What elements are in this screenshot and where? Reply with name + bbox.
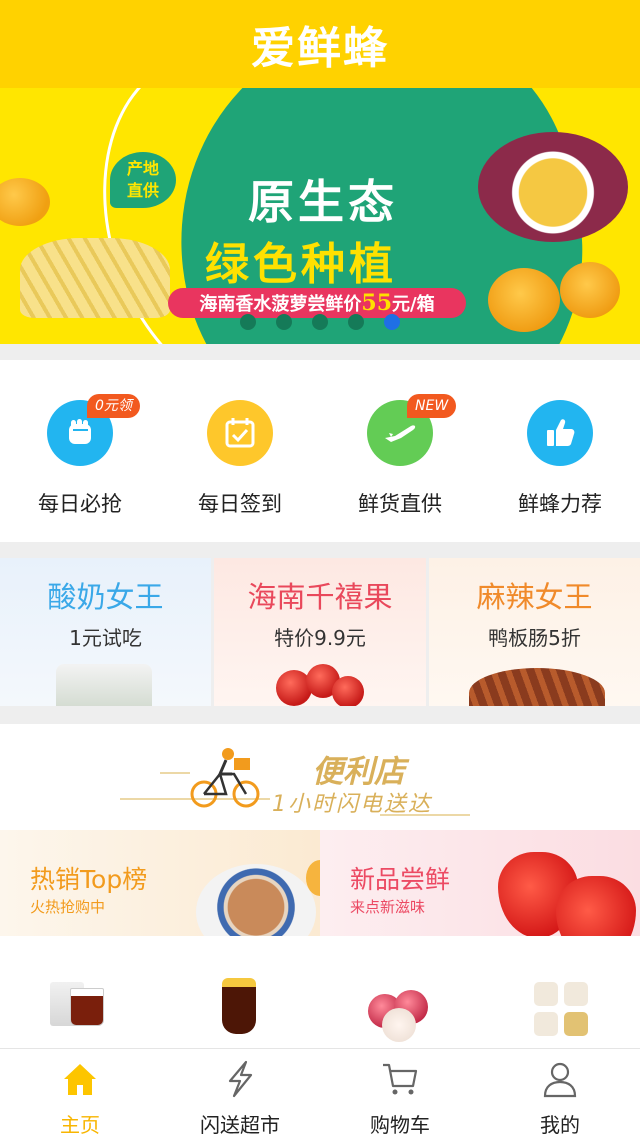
promo-subtitle: 鸭板肠5折	[488, 626, 581, 650]
quick-item-label: 鲜蜂力荐	[518, 492, 602, 516]
thumbs-up-icon	[527, 400, 593, 466]
promo-subtitle: 特价9.9元	[274, 626, 366, 650]
quick-item-label: 每日签到	[198, 492, 282, 516]
quick-item-label: 每日必抢	[38, 492, 122, 516]
hot-title: 热销Top榜	[30, 865, 148, 894]
tab-label: 闪送超市	[200, 1113, 280, 1136]
promo-card-yogurt[interactable]: 酸奶女王 1元试吃	[0, 558, 211, 706]
quick-badge: NEW	[407, 394, 457, 418]
category-fruit[interactable]	[360, 972, 440, 1042]
tea-cup-image	[70, 988, 104, 1026]
user-icon	[543, 1062, 577, 1098]
lychee-image	[382, 1008, 416, 1042]
banner-title-line2: 绿色种植	[205, 239, 397, 290]
loquat-image	[0, 178, 50, 226]
tab-cart[interactable]: 购物车	[320, 1049, 480, 1136]
promo-card-spicy[interactable]: 麻辣女王 鸭板肠5折	[429, 558, 640, 706]
lightning-icon	[228, 1060, 253, 1098]
meat-plate-image	[196, 864, 316, 936]
fist-icon: 0元领	[47, 394, 140, 466]
new-subtitle: 来点新滋味	[350, 898, 426, 916]
promo-title: 海南千禧果	[247, 580, 393, 614]
quick-item-direct-supply[interactable]: NEW 鲜货直供	[320, 394, 480, 518]
promo-banner[interactable]: 产地直供 原生态 绿色种植 海南香水菠萝尝鲜价55元/箱	[0, 88, 640, 344]
quick-item-daily-deal[interactable]: 0元领 每日必抢	[0, 394, 160, 518]
new-title: 新品尝鲜	[350, 865, 451, 894]
quick-item-checkin[interactable]: 每日签到	[160, 400, 320, 518]
tab-label: 购物车	[370, 1113, 430, 1136]
tab-home[interactable]: 主页	[0, 1049, 160, 1136]
app-page: 爱鲜蜂 产地直供 原生态 绿色种植 海南香水菠萝尝鲜价55元/箱 0元领 每日必…	[0, 0, 640, 1136]
home-icon	[64, 1064, 96, 1095]
carousel-dot[interactable]	[348, 314, 364, 330]
carousel-dot-active[interactable]	[384, 314, 400, 330]
promo-subtitle: 1元试吃	[69, 626, 142, 650]
quick-badge: 0元领	[87, 394, 140, 418]
quick-item-recommend[interactable]: 鲜蜂力荐	[480, 400, 640, 518]
promo-card-tomato[interactable]: 海南千禧果 特价9.9元	[214, 558, 426, 706]
carousel-dot[interactable]	[312, 314, 328, 330]
duck-intestine-image	[469, 668, 605, 706]
origin-tag-text: 产地直供	[126, 159, 159, 200]
carousel-dot[interactable]	[240, 314, 256, 330]
hot-subtitle: 火热抢购中	[30, 898, 106, 916]
app-header: 爱鲜蜂	[0, 0, 640, 88]
grid-icon	[534, 982, 588, 1036]
category-icons-row	[0, 936, 640, 1048]
tab-label: 主页	[60, 1113, 100, 1136]
loquat-image	[560, 262, 620, 318]
category-tea[interactable]	[40, 972, 120, 1036]
speed-line	[160, 772, 190, 774]
convenience-store-banner[interactable]: 便利店 1小时闪电送达	[0, 724, 640, 830]
convenience-subtitle: 1小时闪电送达	[272, 792, 432, 817]
convenience-title: 便利店	[312, 754, 405, 790]
strawberry-image	[556, 876, 636, 936]
passion-fruit-image	[478, 132, 628, 242]
carousel-dot[interactable]	[276, 314, 292, 330]
quick-menu: 0元领 每日必抢 每日签到 NEW 鲜货直供 鲜蜂力荐	[0, 360, 640, 542]
loquat-image	[488, 268, 560, 332]
banner-strip-price: 55	[361, 290, 393, 316]
hot-new-section: 热销Top榜 火热抢购中 新品尝鲜 来点新滋味	[0, 830, 640, 936]
quick-item-label: 鲜货直供	[358, 492, 442, 516]
origin-tag: 产地直供	[110, 152, 176, 208]
banner-title-line1: 原生态	[248, 175, 398, 229]
banner-strip-prefix: 海南香水菠萝尝鲜价	[199, 294, 362, 315]
promo-title: 酸奶女王	[47, 580, 164, 614]
category-more[interactable]	[534, 972, 614, 1036]
yogurt-image	[56, 664, 152, 706]
carousel-dots	[240, 314, 400, 330]
plane-icon: NEW	[367, 394, 457, 466]
tomato-image	[332, 676, 364, 706]
new-products-card[interactable]: 新品尝鲜 来点新滋味	[320, 830, 640, 936]
promo-title: 麻辣女王	[476, 580, 593, 614]
category-drinks[interactable]	[200, 972, 280, 1036]
hot-top-list-card[interactable]: 热销Top榜 火热抢购中	[0, 830, 320, 936]
promo-cards: 酸奶女王 1元试吃 海南千禧果 特价9.9元 麻辣女王 鸭板肠5折	[0, 558, 640, 706]
cola-glass-image	[222, 978, 256, 1034]
tab-flash-market[interactable]: 闪送超市	[160, 1049, 320, 1136]
calendar-check-icon	[207, 400, 273, 466]
cart-icon	[383, 1063, 418, 1095]
tab-profile[interactable]: 我的	[480, 1049, 640, 1136]
courier-bike-icon	[190, 748, 260, 808]
pineapple-image	[20, 238, 170, 318]
tab-label: 我的	[540, 1113, 580, 1136]
bottom-tab-bar: 主页 闪送超市 购物车 我的	[0, 1048, 640, 1136]
banner-strip-suffix: 元/箱	[392, 294, 435, 315]
app-title: 爱鲜蜂	[251, 23, 389, 74]
